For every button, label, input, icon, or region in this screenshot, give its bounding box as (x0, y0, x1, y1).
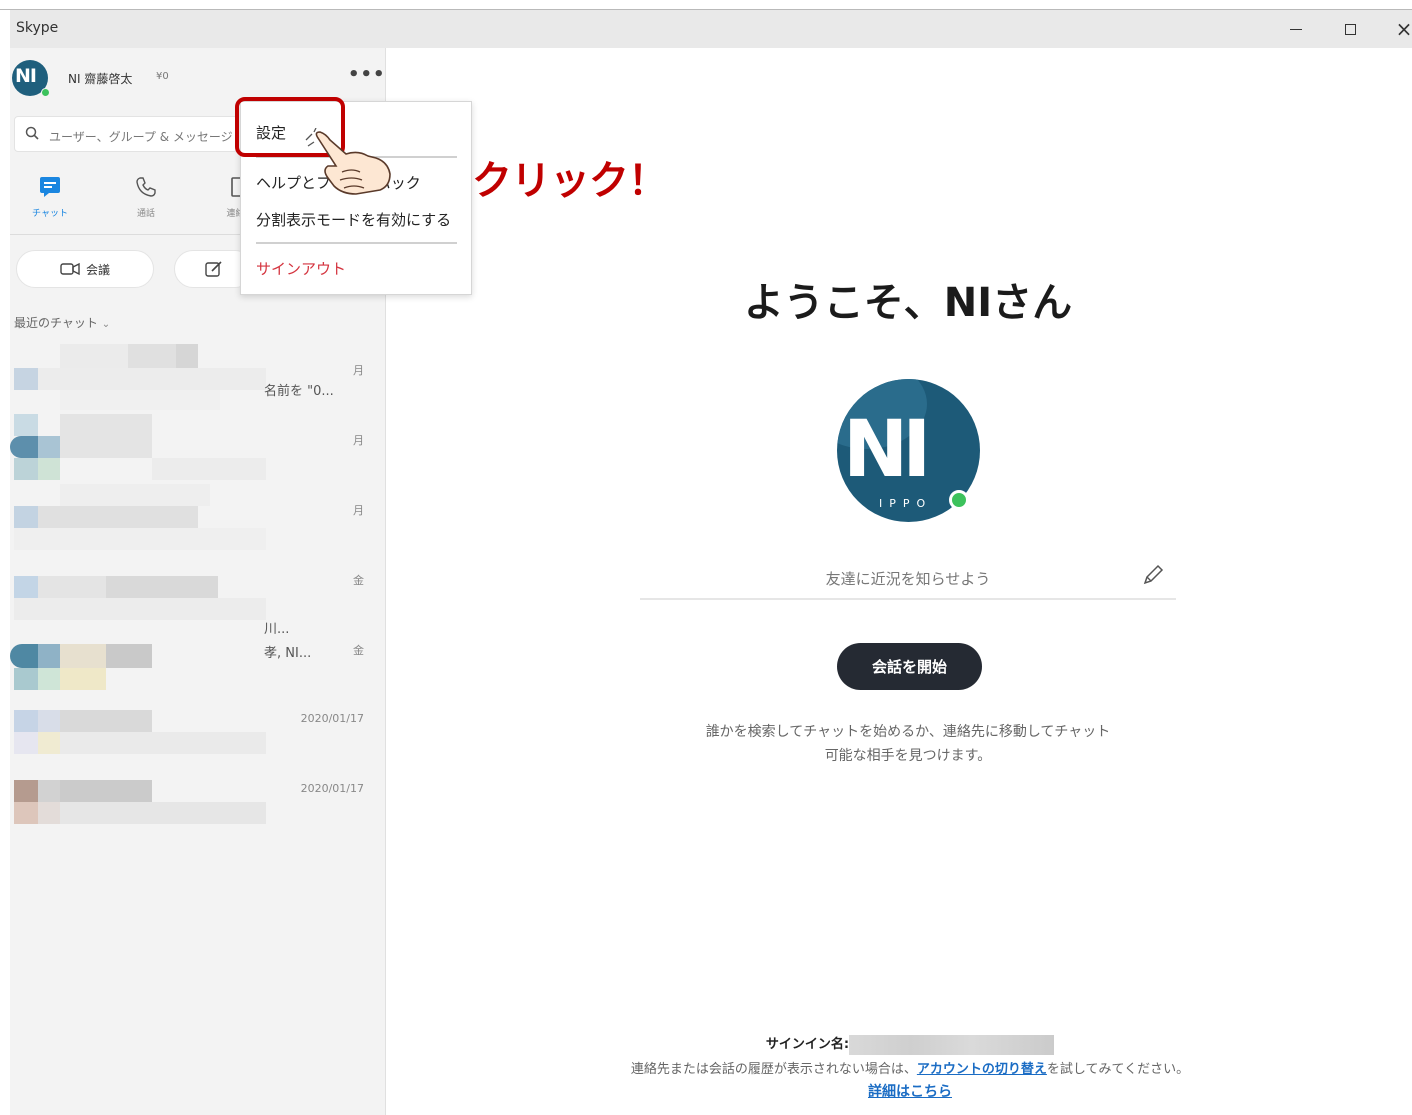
maximize-icon (1344, 23, 1356, 35)
chat-row[interactable]: 名前を "0... 月 (10, 344, 386, 414)
signin-label: サインイン名: (765, 1037, 850, 1052)
blurred-chat-preview (10, 344, 266, 414)
presence-dot (41, 88, 50, 97)
chat-row[interactable]: 月 (10, 414, 386, 484)
description-line-2: 可能な相手を見つけます。 (824, 748, 992, 764)
blurred-chat-preview (10, 484, 266, 554)
mood-message-field[interactable]: 友達に近況を知らせよう (640, 560, 1176, 600)
chat-row[interactable]: 2020/01/17 (10, 694, 386, 764)
tab-calls-label: 通話 (136, 209, 155, 219)
recent-chats-header[interactable]: 最近のチャット ⌄ (14, 314, 110, 331)
profile-balance: ¥0 (156, 71, 169, 82)
blurred-chat-preview (10, 554, 266, 624)
menu-divider (256, 242, 457, 244)
chat-row[interactable]: 金 (10, 624, 386, 694)
minimize-icon (1290, 28, 1302, 30)
chat-time: 月 (353, 504, 364, 517)
video-icon (60, 262, 80, 276)
profile-name: NI 齋藤啓太 (68, 72, 133, 86)
close-button[interactable]: × (1390, 16, 1412, 42)
signin-name-redacted (849, 1034, 1055, 1055)
phone-icon (136, 177, 156, 197)
tab-chat[interactable]: チャット (20, 176, 80, 219)
pencil-icon[interactable] (1140, 562, 1166, 588)
learn-more-link[interactable]: 詳細はこちら (560, 1081, 1260, 1101)
presence-dot-large (949, 490, 969, 510)
chat-time: 2020/01/17 (300, 712, 364, 725)
start-conversation-button[interactable]: 会話を開始 (837, 643, 982, 690)
description-line-1: 誰かを検索してチャットを始めるか、連絡先に移動してチャット (705, 724, 1111, 740)
footer-help-text: 連絡先または会話の履歴が表示されない場合は、アカウントの切り替えを試してみてくだ… (560, 1058, 1260, 1077)
blurred-chat-preview (10, 764, 266, 834)
title-bar: Skype × (10, 10, 1412, 48)
blurred-chat-preview (10, 414, 266, 484)
chevron-down-icon: ⌄ (101, 319, 111, 330)
chat-time: 2020/01/17 (300, 782, 364, 795)
chat-row[interactable]: 2020/01/17 (10, 764, 386, 834)
maximize-button[interactable] (1336, 16, 1364, 42)
avatar-large-subtext: IPPO (879, 497, 933, 510)
footer-pre-text: 連絡先または会話の履歴が表示されない場合は、 (630, 1062, 917, 1077)
chat-time: 金 (353, 644, 364, 657)
menu-item-split-view[interactable]: 分割表示モードを有効にする (256, 209, 451, 230)
chat-icon (40, 177, 60, 197)
avatar-letters: NI (15, 65, 37, 87)
footer-post-text: を試してみてください。 (1046, 1062, 1190, 1077)
app-title: Skype (16, 20, 59, 36)
chat-snippet: 名前を "0... (264, 384, 334, 399)
mood-placeholder: 友達に近況を知らせよう (825, 570, 991, 588)
chat-row[interactable]: 川... 孝, NI... 金 (10, 554, 386, 661)
chat-time: 月 (353, 364, 364, 377)
chat-time: 月 (353, 434, 364, 447)
menu-item-sign-out[interactable]: サインアウト (256, 258, 346, 279)
signin-name-row: サインイン名: (560, 1033, 1260, 1055)
close-icon: × (1395, 17, 1412, 41)
recent-chats-label: 最近のチャット (14, 316, 98, 330)
blurred-chat-preview (10, 624, 266, 694)
welcome-title: ようこそ、NIさん (743, 280, 1073, 326)
pointing-hand-icon (305, 128, 391, 195)
tab-chat-label: チャット (32, 209, 68, 219)
avatar-large-letters: NI (843, 405, 931, 495)
profile-header[interactable]: NI NI 齋藤啓太 ¥0 ••• (12, 60, 385, 100)
search-icon (25, 126, 39, 140)
blurred-chat-preview (10, 694, 266, 764)
tab-calls[interactable]: 通話 (116, 176, 176, 219)
switch-account-link[interactable]: アカウントの切り替え (917, 1062, 1047, 1077)
meet-now-label: 会議 (85, 262, 110, 277)
compose-icon (205, 261, 222, 277)
window-top-border (0, 0, 1412, 10)
chat-row[interactable]: 月 (10, 484, 386, 554)
more-options-button[interactable]: ••• (348, 64, 386, 85)
chat-time: 金 (353, 574, 364, 587)
search-input[interactable]: ユーザー、グループ & メッセージ (14, 116, 238, 152)
meet-now-button[interactable]: 会議 (16, 250, 154, 288)
click-annotation: クリック！ (472, 158, 668, 204)
search-placeholder: ユーザー、グループ & メッセージ (49, 130, 233, 144)
minimize-button[interactable] (1282, 16, 1310, 42)
description-text: 誰かを検索してチャットを始めるか、連絡先に移動してチャット 可能な相手を見つけま… (640, 720, 1176, 768)
